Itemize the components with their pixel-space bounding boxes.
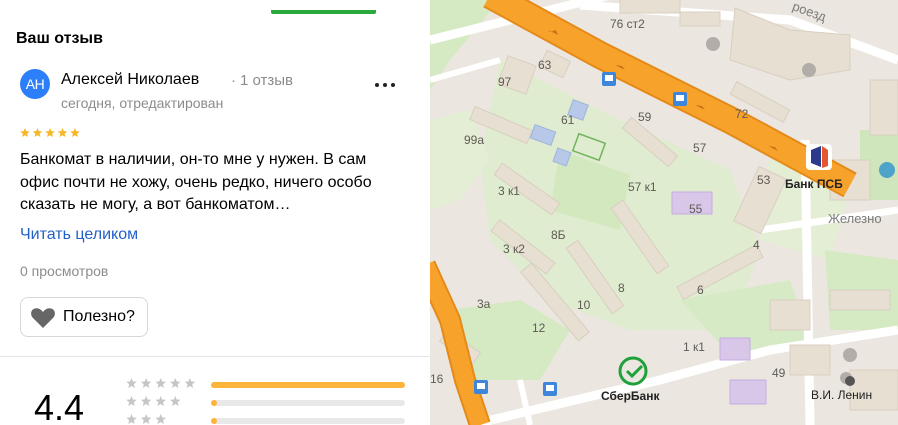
star-icon <box>126 396 137 406</box>
author-review-count: · 1 отзыв <box>231 72 293 89</box>
star-icon <box>140 396 152 406</box>
map-label-building: 3 к2 <box>503 242 525 256</box>
map[interactable]: 76 ст2 роезд 63 97 61 59 72 99а 57 57 к1… <box>430 0 898 425</box>
map-label-building: 63 <box>538 58 552 72</box>
star-icon <box>155 378 166 388</box>
more-dot-icon <box>391 83 395 87</box>
star-icon <box>32 128 43 138</box>
rating-distribution-row <box>126 414 406 425</box>
rating-distribution-row <box>126 396 406 409</box>
star-icon <box>155 414 166 424</box>
map-label-building: 55 <box>689 202 703 216</box>
map-label-building: 57 <box>693 141 707 155</box>
star-icon <box>45 128 55 138</box>
map-label-building: 12 <box>532 321 546 335</box>
rating-bar-track <box>211 418 405 424</box>
star-icon <box>140 378 152 388</box>
star-icons <box>126 396 181 406</box>
star-icons <box>20 128 80 138</box>
helpful-button[interactable]: Полезно? <box>20 297 148 337</box>
star-icon <box>140 414 152 424</box>
star-icon <box>155 396 166 406</box>
star-icon <box>170 378 181 388</box>
author-name[interactable]: Алексей Николаев <box>61 71 199 89</box>
review-text: Банкомат в наличии, он-то мне у нужен. В… <box>20 151 372 213</box>
rating-bar-fill <box>211 400 217 406</box>
section-title: Ваш отзыв <box>16 30 103 47</box>
star-icon <box>184 378 196 388</box>
rating-bar-fill <box>211 382 405 388</box>
star-icons <box>126 414 166 424</box>
read-more-link[interactable]: Читать целиком <box>20 226 138 244</box>
avatar[interactable]: АН <box>20 69 50 99</box>
map-label-street: Железно <box>828 211 882 226</box>
star-icons <box>126 378 196 388</box>
map-label-building: 4 <box>753 238 760 252</box>
map-label-building: 3а <box>477 297 491 311</box>
star-icon <box>70 128 80 138</box>
review-date: сегодня, отредактирован <box>61 95 224 111</box>
map-label-building: 3 к1 <box>498 184 520 198</box>
map-label-building: 59 <box>638 110 652 124</box>
map-label-building: 8 <box>618 281 625 295</box>
map-poi-sberbank[interactable]: СберБанк <box>601 389 659 403</box>
rating-distribution-row <box>126 378 406 391</box>
review-panel: Ваш отзыв АН Алексей Николаев · 1 отзыв с… <box>0 0 430 425</box>
map-label-building: 53 <box>757 173 771 187</box>
more-dot-icon <box>383 83 387 87</box>
star-icon <box>126 414 137 424</box>
helpful-label: Полезно? <box>63 308 135 325</box>
overall-rating: 4.4 <box>34 387 85 425</box>
divider <box>0 356 430 357</box>
more-dot-icon <box>375 83 379 87</box>
map-label-building: 61 <box>561 113 575 127</box>
active-tab-indicator <box>271 10 376 14</box>
map-label-building: 57 к1 <box>628 180 657 194</box>
star-icon <box>170 396 181 406</box>
map-label-building: 8Б <box>551 228 566 242</box>
map-label-building: 76 ст2 <box>610 17 645 31</box>
map-label-building: 6 <box>697 283 704 297</box>
heart-icon <box>31 308 55 328</box>
review-rating-stars <box>20 128 82 138</box>
rating-bar-track <box>211 400 405 406</box>
rating-bar-track <box>211 382 405 388</box>
review-count-text: 1 отзыв <box>240 72 294 89</box>
map-label-building: 49 <box>772 366 786 380</box>
star-icon <box>57 128 68 138</box>
map-label-building: 16 <box>430 372 444 386</box>
rating-bar-fill <box>211 418 217 424</box>
map-label-building: 97 <box>498 75 512 89</box>
separator-dot: · <box>231 72 236 89</box>
map-label-building: 72 <box>735 107 749 121</box>
map-poi-bank-psb[interactable]: Банк ПСБ <box>785 177 843 191</box>
views-count: 0 просмотров <box>20 263 109 279</box>
star-icon <box>126 378 137 388</box>
map-label-building: 1 к1 <box>683 340 705 354</box>
star-icon <box>20 128 30 138</box>
map-poi-lenin-monument[interactable]: В.И. Ленин <box>811 388 872 402</box>
map-label-building: 10 <box>577 298 591 312</box>
map-label-building: 99а <box>464 133 485 147</box>
more-options-button[interactable] <box>370 74 400 94</box>
